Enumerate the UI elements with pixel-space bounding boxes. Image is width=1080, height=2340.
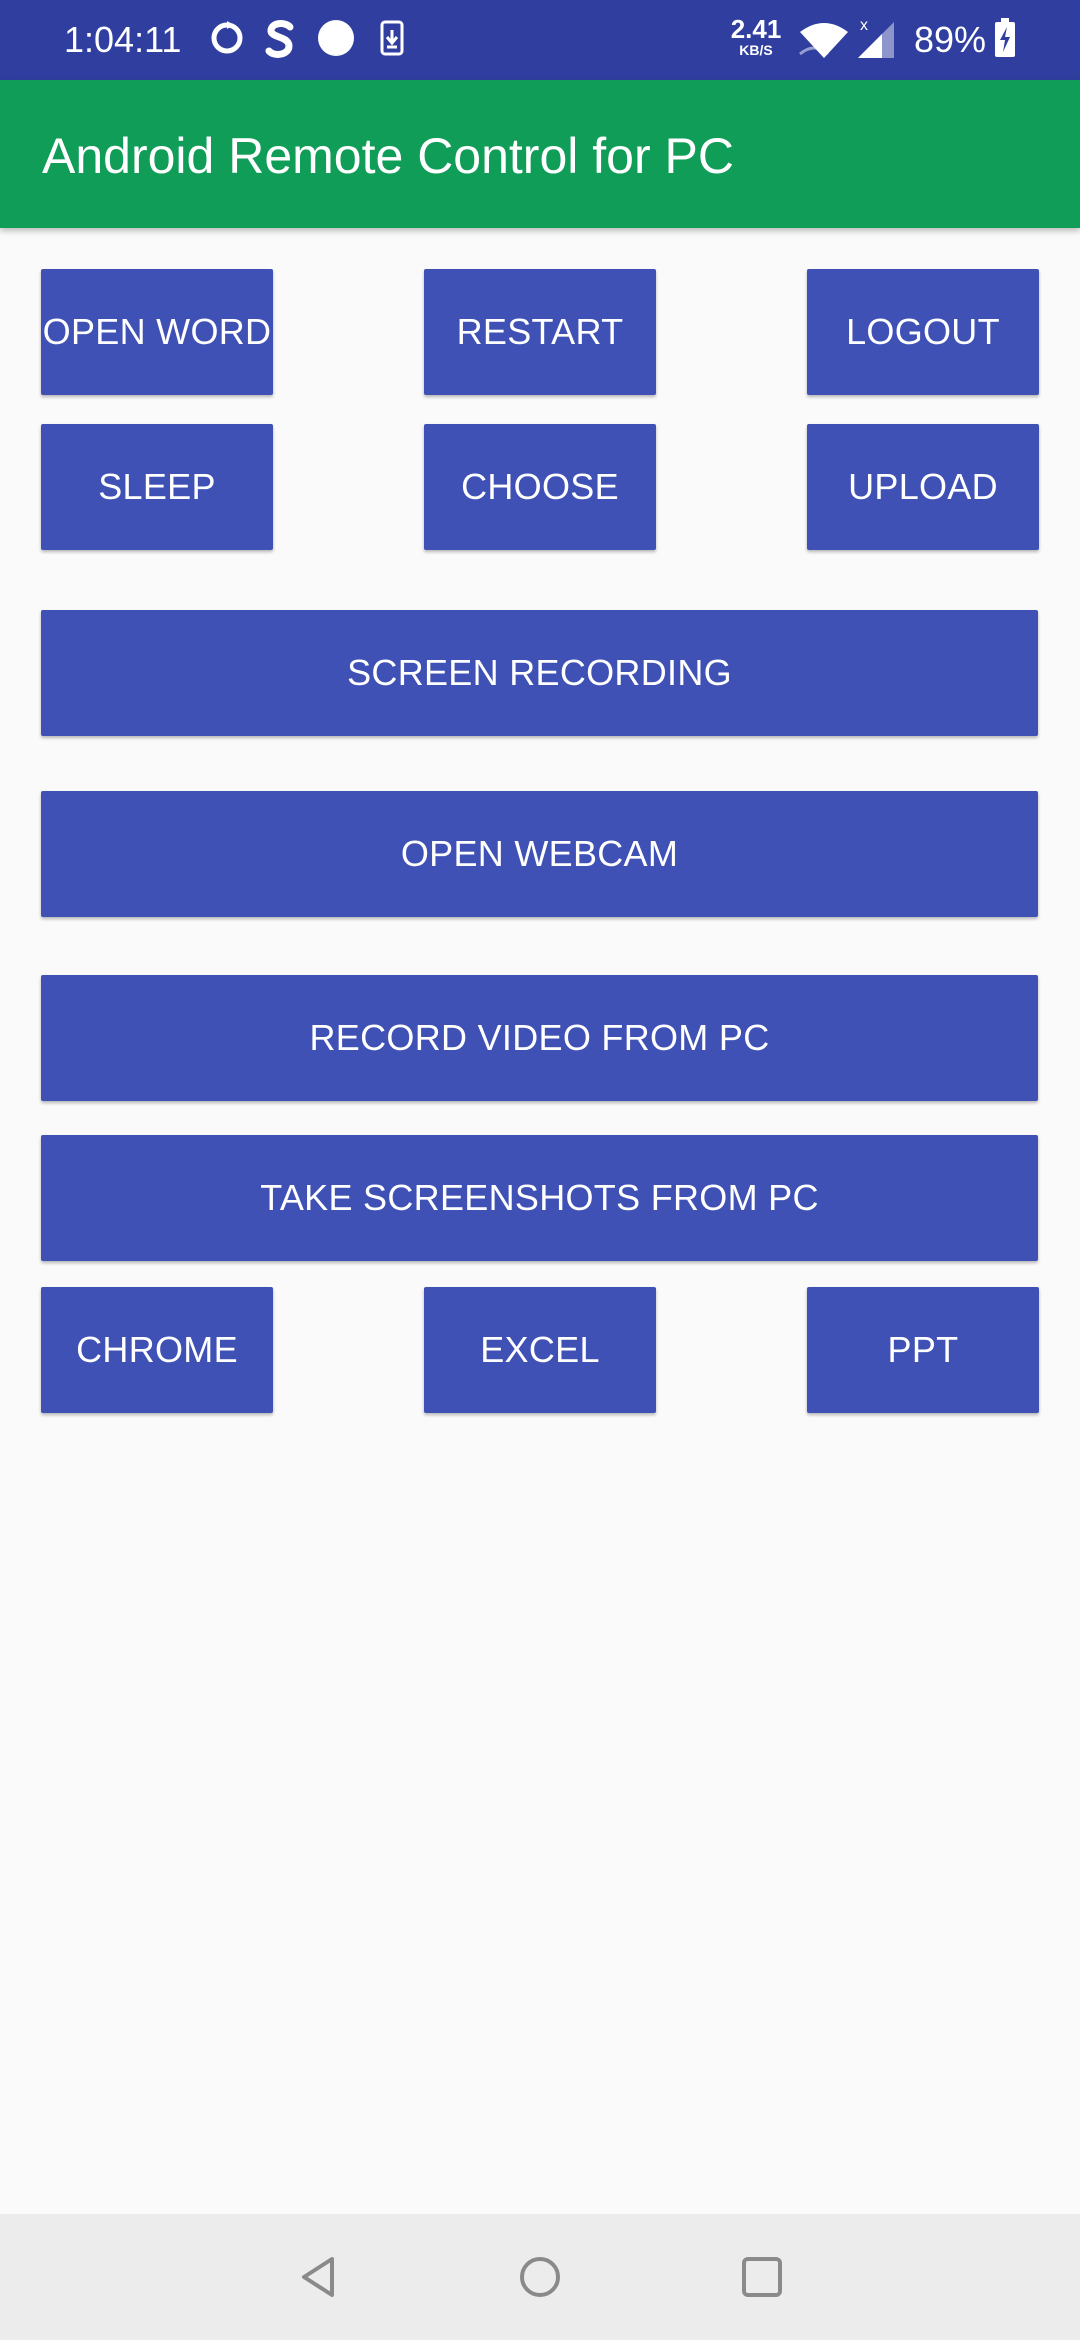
recents-icon[interactable] [732,2247,792,2307]
net-speed-unit: KB/S [739,42,773,58]
ppt-button[interactable]: PPT [807,1287,1039,1413]
choose-button[interactable]: CHOOSE [424,424,656,550]
open-webcam-button[interactable]: OPEN WEBCAM [41,791,1038,917]
chrome-button[interactable]: CHROME [41,1287,273,1413]
excel-button[interactable]: EXCEL [424,1287,656,1413]
svg-text:x: x [860,17,868,34]
open-word-button[interactable]: OPEN WORD [41,269,273,395]
record-video-button[interactable]: RECORD VIDEO FROM PC [41,975,1038,1101]
back-icon[interactable] [290,2247,350,2307]
wifi-icon [799,23,848,58]
home-icon[interactable] [510,2247,570,2307]
restart-button[interactable]: RESTART [424,269,656,395]
status-time: 1:04:11 [64,19,182,60]
battery-charging-icon [995,18,1015,57]
screen: 1:04:11 2.41 KB/S x 89% Android Remote C… [0,0,1080,2340]
net-speed-value: 2.41 [730,14,782,44]
battery-percent: 89% [914,19,987,60]
take-screenshots-button[interactable]: TAKE SCREENSHOTS FROM PC [41,1135,1038,1261]
screen-recording-button[interactable]: SCREEN RECORDING [41,610,1038,736]
dot-notification-icon [318,20,354,56]
navigation-bar [0,2214,1080,2340]
s-app-icon [265,20,294,58]
status-bar: 1:04:11 2.41 KB/S x 89% [0,0,1080,80]
sleep-button[interactable]: SLEEP [41,424,273,550]
logout-button[interactable]: LOGOUT [807,269,1039,395]
app-bar: Android Remote Control for PC [0,80,1080,228]
net-speed: 2.41 KB/S [728,16,784,58]
sync-circle-icon [211,21,243,54]
download-phone-icon [380,20,404,56]
app-title: Android Remote Control for PC [42,128,734,184]
cell-signal-icon: x [858,17,894,58]
upload-button[interactable]: UPLOAD [807,424,1039,550]
